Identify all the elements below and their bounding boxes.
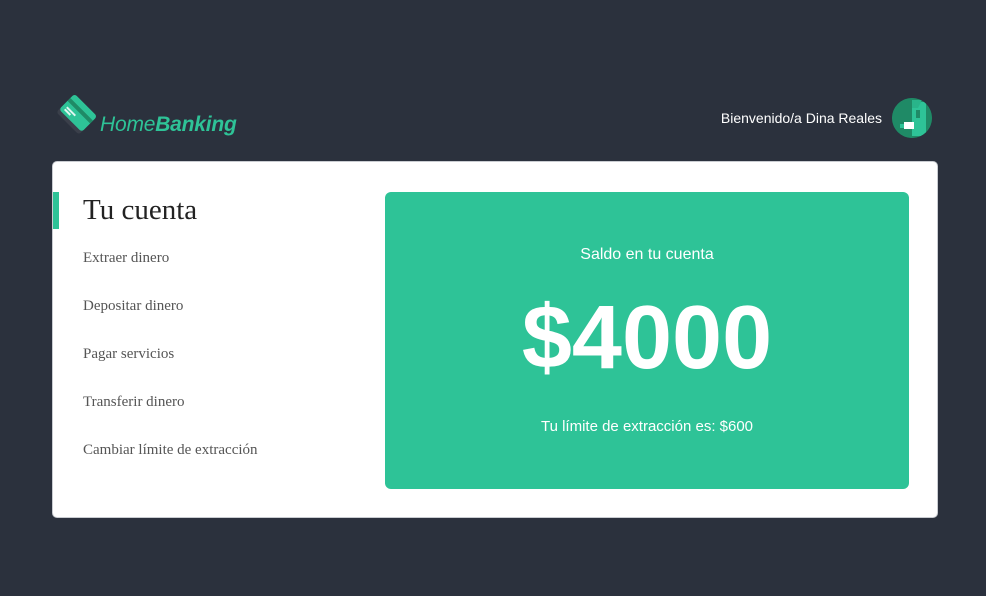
user-info: Bienvenido/a Dina Reales: [721, 98, 932, 138]
balance-label: Saldo en tu cuenta: [580, 246, 714, 263]
extraction-limit: Tu límite de extracción es: $600: [540, 418, 754, 435]
balance-panel: Saldo en tu cuenta $4000 Tu límite de ex…: [385, 192, 909, 489]
menu-item-extraer[interactable]: Extraer dinero: [83, 248, 258, 296]
account-card: Tu cuenta Extraer dinero Depositar diner…: [52, 161, 938, 518]
brand-name-bold: Banking: [155, 113, 237, 136]
brand-logo[interactable]: HomeBanking: [54, 92, 237, 138]
balance-amount: $4000: [521, 288, 773, 388]
header: HomeBanking Bienvenido/a Dina Reales: [0, 0, 986, 150]
user-avatar-icon[interactable]: [892, 98, 932, 138]
menu-accent-bar: [53, 192, 59, 229]
menu-item-depositar[interactable]: Depositar dinero: [83, 296, 258, 344]
menu-item-cambiar-limite[interactable]: Cambiar límite de extracción: [83, 440, 258, 488]
menu-title: Tu cuenta: [83, 194, 198, 226]
credit-card-icon: [54, 93, 98, 137]
account-menu: Extraer dinero Depositar dinero Pagar se…: [83, 248, 258, 488]
brand-name: HomeBanking: [100, 113, 237, 137]
brand-name-light: Home: [100, 113, 156, 136]
menu-item-pagar-servicios[interactable]: Pagar servicios: [83, 344, 258, 392]
welcome-text: Bienvenido/a Dina Reales: [720, 110, 882, 126]
menu-item-transferir[interactable]: Transferir dinero: [83, 392, 258, 440]
